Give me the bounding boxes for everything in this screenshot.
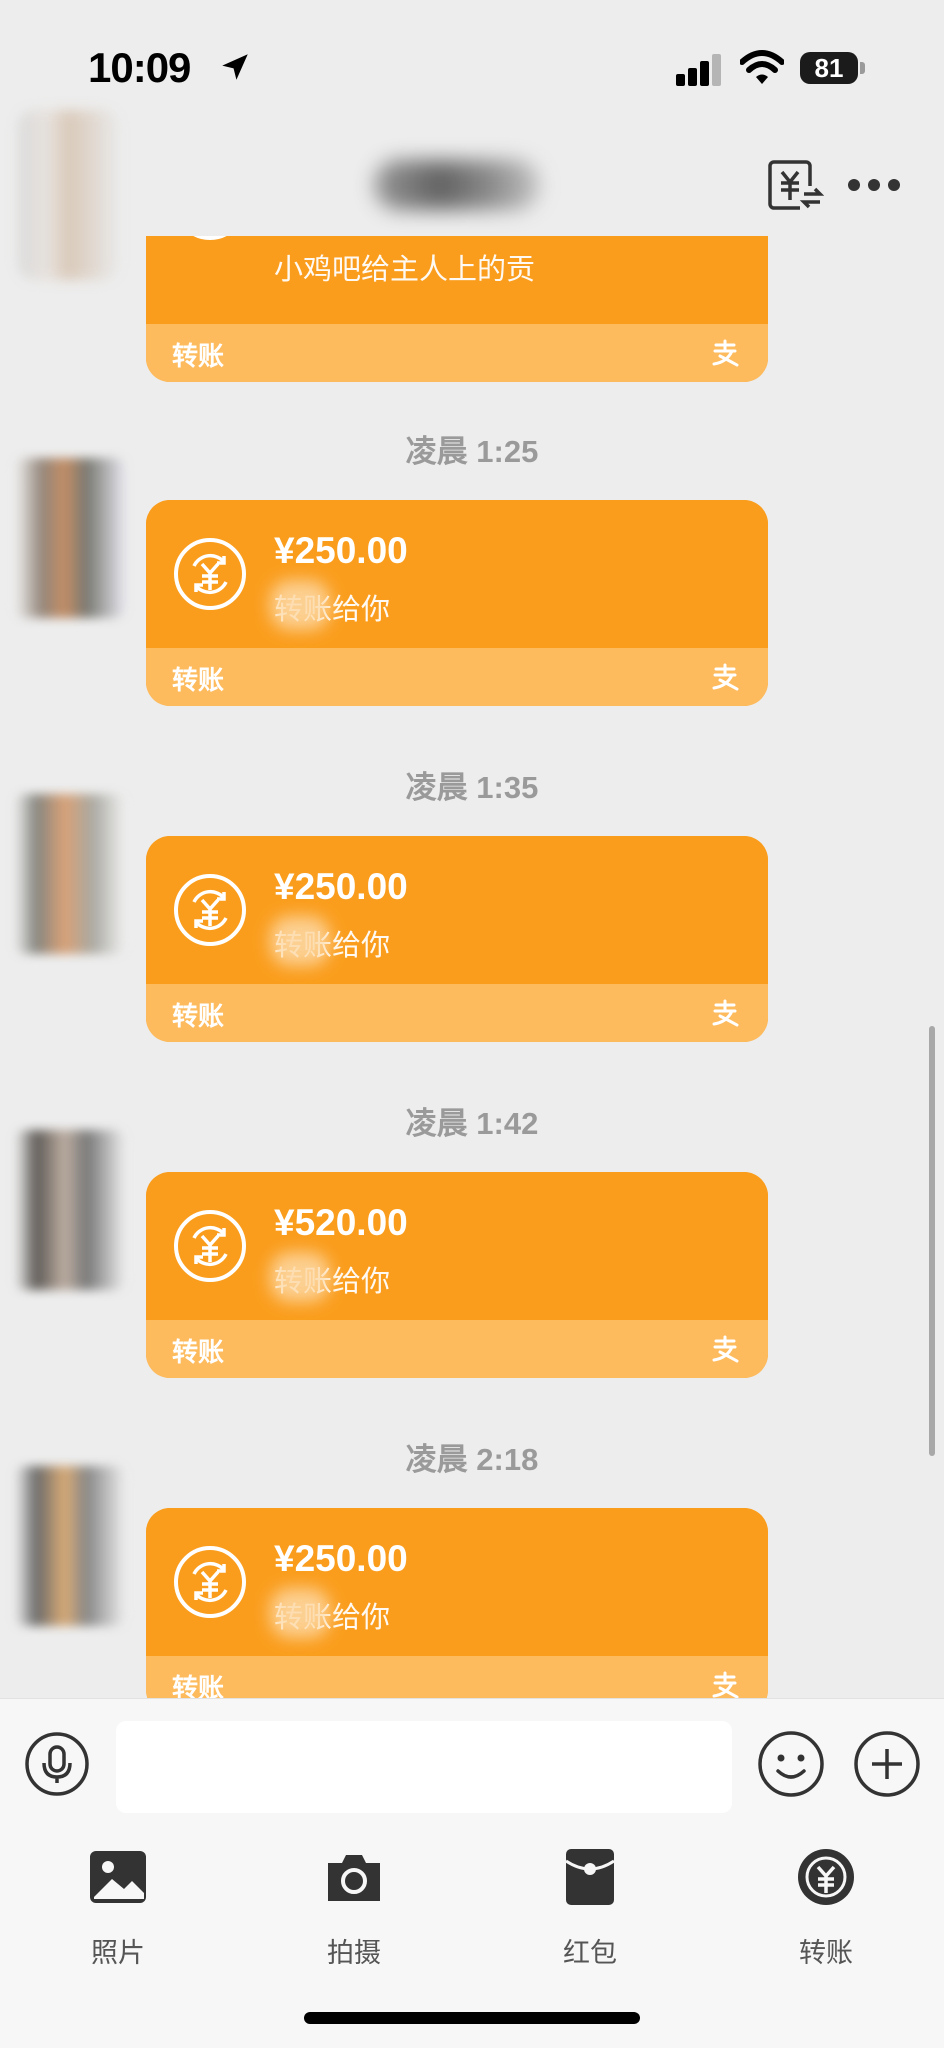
cellular-signal-icon xyxy=(676,52,722,86)
status-bar: 10:09 81 xyxy=(0,0,944,120)
note-redaction xyxy=(270,580,330,630)
quick-action-label: 转账 xyxy=(799,1938,853,1968)
status-time: 10:09 xyxy=(88,44,191,91)
plus-circle-icon[interactable] xyxy=(852,1729,922,1799)
transfer-footer-label: 转账 xyxy=(172,1337,225,1367)
quick-action-photo[interactable]: 照片 xyxy=(48,1847,188,1977)
bubble-footer: 转账 xyxy=(146,324,768,382)
transfer-coin-icon xyxy=(174,1546,246,1618)
transfer-coin-icon xyxy=(174,1210,246,1282)
input-panel: 照片 拍摄 红包 转账 xyxy=(0,1698,944,2048)
transfer-bubble[interactable]: ¥250.00 转账给你 转账 xyxy=(146,500,768,706)
note-redaction xyxy=(270,1252,330,1302)
bubble-body: ¥250.00 转账给你 xyxy=(146,836,768,984)
sender-avatar[interactable] xyxy=(14,1130,126,1290)
photo-icon xyxy=(90,1851,146,1903)
message-timestamp: 凌晨 2:18 xyxy=(405,1442,539,1477)
transfer-coin-icon xyxy=(193,236,227,240)
message-timestamp: 凌晨 1:42 xyxy=(405,1106,539,1141)
bubble-footer: 转账 xyxy=(146,1656,768,1698)
camera-icon xyxy=(328,1855,380,1901)
alipay-icon xyxy=(712,663,739,691)
transfer-amount: ¥250.00 xyxy=(274,530,408,571)
message-timestamp: 凌晨 1:35 xyxy=(405,770,539,805)
scroll-indicator[interactable] xyxy=(929,1026,935,1456)
bubble-footer: 转账 xyxy=(146,984,768,1042)
bubble-footer: 转账 xyxy=(146,1320,768,1378)
transfer-coin-icon xyxy=(174,874,246,946)
battery-tip xyxy=(860,62,865,74)
bubble-footer: 转账 xyxy=(146,648,768,706)
location-arrow-icon xyxy=(222,54,248,80)
battery-indicator: 81 xyxy=(800,52,858,84)
microphone-icon[interactable] xyxy=(24,1731,90,1797)
transfer-note: 小鸡吧给主人上的贡 xyxy=(274,254,536,286)
message-input[interactable] xyxy=(116,1721,732,1813)
bubble-body: ¥250.00 转账给你 xyxy=(146,500,768,648)
note-redaction xyxy=(270,1588,330,1638)
transfer-amount: ¥520.00 xyxy=(274,1202,408,1243)
alipay-icon xyxy=(712,999,739,1027)
home-indicator[interactable] xyxy=(304,2012,640,2024)
nav-bar xyxy=(0,110,944,280)
battery-level: 81 xyxy=(814,53,844,83)
quick-action-camera[interactable]: 拍摄 xyxy=(284,1847,424,1977)
contact-name-blurred xyxy=(374,160,540,210)
transfer-footer-label: 转账 xyxy=(172,341,225,371)
wifi-icon xyxy=(740,50,784,84)
transfer-amount: ¥250.00 xyxy=(274,866,408,907)
transfer-record-icon[interactable] xyxy=(766,156,824,214)
bubble-body: ¥520.00 转账给你 xyxy=(146,1172,768,1320)
chat-message-list[interactable]: 小鸡吧给主人上的贡 转账 凌晨 1:25 ¥250.00 转账给你 转账 凌晨 … xyxy=(0,236,944,1698)
bubble-body: ¥250.00 转账给你 xyxy=(146,1508,768,1656)
emoji-icon[interactable] xyxy=(756,1729,826,1799)
more-dots-icon[interactable] xyxy=(846,174,902,196)
quick-action-label: 拍摄 xyxy=(327,1938,381,1968)
transfer-bubble[interactable]: ¥250.00 转账给你 转账 xyxy=(146,836,768,1042)
sender-avatar[interactable] xyxy=(14,1466,126,1626)
quick-action-label: 红包 xyxy=(563,1938,617,1968)
transfer-amount: ¥250.00 xyxy=(274,1538,408,1579)
alipay-icon xyxy=(712,1671,739,1698)
message-timestamp: 凌晨 1:25 xyxy=(405,434,539,469)
sender-avatar[interactable] xyxy=(14,458,126,618)
transfer-bubble[interactable]: ¥250.00 转账给你 转账 xyxy=(146,1508,768,1698)
back-button-avatar[interactable] xyxy=(18,110,118,280)
transfer-footer-label: 转账 xyxy=(172,1673,225,1698)
transfer-coin-icon xyxy=(174,538,246,610)
red-packet-icon xyxy=(565,1849,615,1905)
transfer-bubble[interactable]: ¥520.00 转账给你 转账 xyxy=(146,1172,768,1378)
transfer-icon xyxy=(798,1849,854,1905)
quick-action-label: 照片 xyxy=(91,1938,145,1968)
sender-avatar[interactable] xyxy=(14,794,126,954)
chat-screen: 10:09 81 小鸡吧给主人上的贡 转账 凌晨 1:25 ¥250.00 转账… xyxy=(0,0,944,2048)
alipay-icon xyxy=(712,339,739,367)
transfer-footer-label: 转账 xyxy=(172,1001,225,1031)
transfer-footer-label: 转账 xyxy=(172,665,225,695)
transfer-bubble-partial[interactable]: 小鸡吧给主人上的贡 转账 xyxy=(146,236,768,382)
quick-action-red-packet[interactable]: 红包 xyxy=(520,1847,660,1977)
bubble-body: 小鸡吧给主人上的贡 xyxy=(146,236,768,324)
quick-action-transfer[interactable]: 转账 xyxy=(756,1847,896,1977)
alipay-icon xyxy=(712,1335,739,1363)
note-redaction xyxy=(270,916,330,966)
